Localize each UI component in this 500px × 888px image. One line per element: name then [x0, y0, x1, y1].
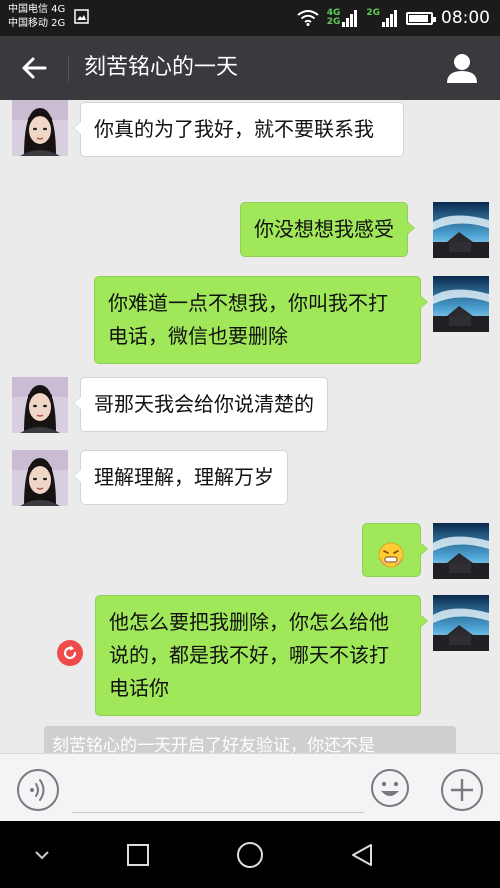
signal-strength-icon-2	[382, 10, 397, 27]
back-button[interactable]	[14, 50, 54, 86]
home-button[interactable]	[232, 839, 268, 871]
my-avatar[interactable]	[433, 595, 489, 651]
message-bubble-outgoing[interactable]	[362, 523, 428, 577]
contact-avatar[interactable]	[12, 377, 68, 433]
wifi-icon	[297, 10, 319, 26]
image-notification-icon	[74, 9, 89, 24]
grimace-emoji-icon	[378, 542, 404, 567]
title-divider	[68, 56, 69, 82]
hide-navbar-button[interactable]	[24, 839, 60, 871]
status-bar: 中国电信 4G 中国移动 2G 4G 2G 2G 08:00	[0, 0, 500, 36]
contact-avatar[interactable]	[12, 100, 68, 156]
signal-strength-icon	[342, 10, 358, 27]
carrier-2: 中国移动 2G	[8, 18, 66, 29]
carrier-1: 中国电信 4G	[8, 4, 66, 15]
message-bubble-incoming[interactable]: 你真的为了我好，就不要联系我	[73, 102, 404, 157]
chat-header: 刻苦铭心的一天	[0, 36, 500, 100]
voice-input-button[interactable]	[16, 768, 60, 812]
message-text: 你难道一点不想我，你叫我不打电话，微信也要删除	[108, 291, 388, 348]
message-text: 你没想想我感受	[254, 217, 394, 241]
my-avatar[interactable]	[433, 202, 489, 258]
chat-info-button[interactable]	[444, 50, 480, 86]
recent-apps-button[interactable]	[120, 839, 156, 871]
system-navigation-bar	[0, 821, 500, 888]
message-bubble-incoming[interactable]: 理解理解，理解万岁	[73, 450, 288, 505]
message-text: 你真的为了我好，就不要联系我	[94, 117, 374, 141]
more-options-button[interactable]	[440, 768, 484, 812]
message-text: 理解理解，理解万岁	[94, 465, 274, 489]
my-avatar[interactable]	[433, 276, 489, 332]
message-text: 哥那天我会给你说清楚的	[94, 392, 314, 416]
network-type-2: 2G	[326, 17, 341, 27]
triangle-back-icon	[352, 844, 372, 866]
resend-failed-icon[interactable]	[57, 640, 83, 666]
my-avatar[interactable]	[433, 523, 489, 579]
chat-title: 刻苦铭心的一天	[84, 55, 239, 80]
circle-icon	[237, 842, 263, 868]
signal-group-2: 2G	[366, 9, 398, 27]
emoji-button[interactable]	[370, 768, 410, 808]
square-icon	[127, 844, 149, 866]
contact-avatar[interactable]	[12, 450, 68, 506]
network-type-3: 2G	[366, 8, 380, 18]
back-nav-button[interactable]	[344, 839, 380, 871]
carrier-info: 中国电信 4G 中国移动 2G	[8, 3, 65, 31]
clock: 08:00	[441, 8, 490, 28]
message-bubble-incoming[interactable]: 哥那天我会给你说清楚的	[73, 377, 328, 432]
battery-icon	[406, 11, 436, 25]
message-bubble-outgoing[interactable]: 他怎么要把我删除，你怎么给他说的，都是我不好，哪天不该打电话你	[95, 595, 428, 716]
message-text: 他怎么要把我删除，你怎么给他说的，都是我不好，哪天不该打电话你	[109, 610, 389, 700]
message-input[interactable]	[72, 764, 364, 813]
message-list[interactable]: 你真的为了我好，就不要联系我 你没想想我感受 你难道一点不想我，你叫我不打电话，…	[0, 100, 500, 753]
signal-group-1: 4G 2G	[327, 9, 359, 27]
message-bubble-outgoing[interactable]: 你难道一点不想我，你叫我不打电话，微信也要删除	[94, 276, 428, 364]
input-bar	[0, 753, 500, 821]
system-notice: 刻苦铭心的一天开启了好友验证，你还不是	[44, 726, 456, 753]
back-arrow-icon	[22, 57, 47, 79]
message-bubble-outgoing[interactable]: 你没想想我感受	[240, 202, 415, 257]
chevron-down-icon	[35, 851, 49, 860]
